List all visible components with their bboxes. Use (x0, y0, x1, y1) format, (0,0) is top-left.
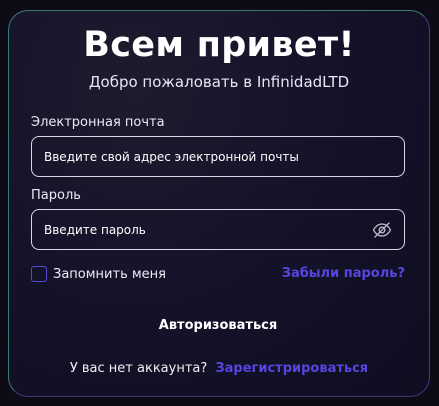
register-link[interactable]: Зарегистрироваться (215, 361, 368, 376)
login-card: Всем привет! Добро пожаловать в Infinida… (8, 10, 430, 397)
email-field[interactable] (44, 137, 354, 176)
remember-me[interactable]: Запомнить меня (31, 266, 166, 282)
login-button[interactable]: Авторизоваться (31, 309, 405, 341)
password-field-wrapper (31, 209, 405, 250)
remember-checkbox[interactable] (31, 266, 47, 282)
eye-off-icon[interactable] (372, 221, 392, 239)
forgot-password-link[interactable]: Забыли пароль? (282, 266, 405, 281)
remember-label: Запомнить меня (53, 266, 167, 282)
welcome-subtitle: Добро пожаловать в InfinidadLTD (88, 73, 350, 91)
signup-row: У вас нет аккаунта? Зарегистрироваться (9, 361, 429, 376)
password-label: Пароль (31, 188, 81, 203)
email-field-wrapper (31, 136, 405, 177)
email-label: Электронная почта (31, 115, 165, 130)
no-account-text: У вас нет аккаунта? (69, 361, 208, 376)
password-field[interactable] (44, 210, 354, 249)
page-title: Всем привет! (83, 25, 355, 65)
